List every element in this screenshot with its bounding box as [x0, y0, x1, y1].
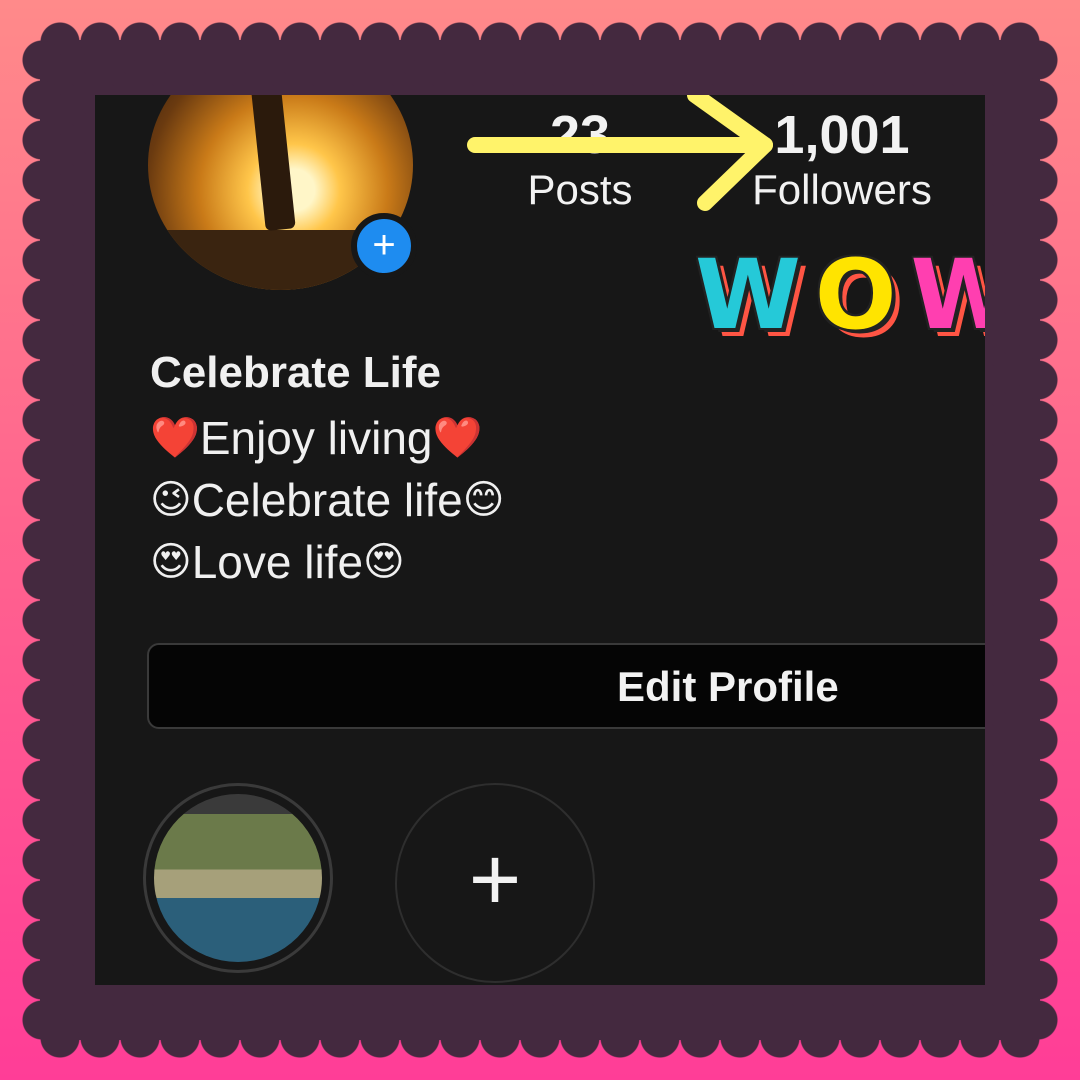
- edit-profile-button[interactable]: Edit Profile: [147, 643, 985, 729]
- frame-scallop-bottom: [40, 1018, 1040, 1058]
- bio-line-text: Celebrate life: [191, 474, 463, 526]
- frame-scallop-left: [22, 40, 62, 1040]
- bio-line-text: Enjoy living: [199, 412, 433, 464]
- profile-screen: + 23 Posts 1,001 Followers W O W Celebra…: [95, 95, 985, 985]
- bio-line: ❤️ Enjoy living ❤️: [150, 407, 504, 469]
- frame-scallop-right: [1018, 40, 1058, 1040]
- wow-sticker: W O W: [695, 245, 985, 345]
- heart-eyes-icon: 😍: [150, 540, 192, 584]
- avatar-silhouette: [250, 95, 296, 232]
- new-highlight-button[interactable]: +: [395, 783, 595, 983]
- add-story-icon[interactable]: +: [351, 213, 417, 279]
- profile-name: Celebrate Life: [150, 348, 441, 397]
- profile-bio: Celebrate Life ❤️ Enjoy living ❤️ 😉 Cele…: [150, 345, 504, 593]
- bio-line: 😍 Love life 😍: [150, 531, 504, 593]
- heart-eyes-icon: 😍: [363, 540, 405, 584]
- wow-letter-2: O: [814, 239, 901, 351]
- bio-line-text: Love life: [191, 536, 364, 588]
- story-highlight-thumbnail: [154, 794, 322, 962]
- smile-face-icon: 😊: [462, 478, 505, 522]
- arrow-annotation-icon: [467, 95, 773, 211]
- wow-letter-3: W: [910, 239, 986, 351]
- heart-icon: ❤️: [150, 416, 200, 460]
- bio-line: 😉 Celebrate life 😊: [150, 469, 504, 531]
- edit-profile-label: Edit Profile: [617, 663, 839, 710]
- story-highlight[interactable]: [143, 783, 333, 973]
- wink-face-icon: 😉: [150, 478, 192, 522]
- frame-scallop-top: [40, 22, 1040, 62]
- wow-letter-1: W: [695, 239, 805, 351]
- heart-icon: ❤️: [432, 416, 483, 460]
